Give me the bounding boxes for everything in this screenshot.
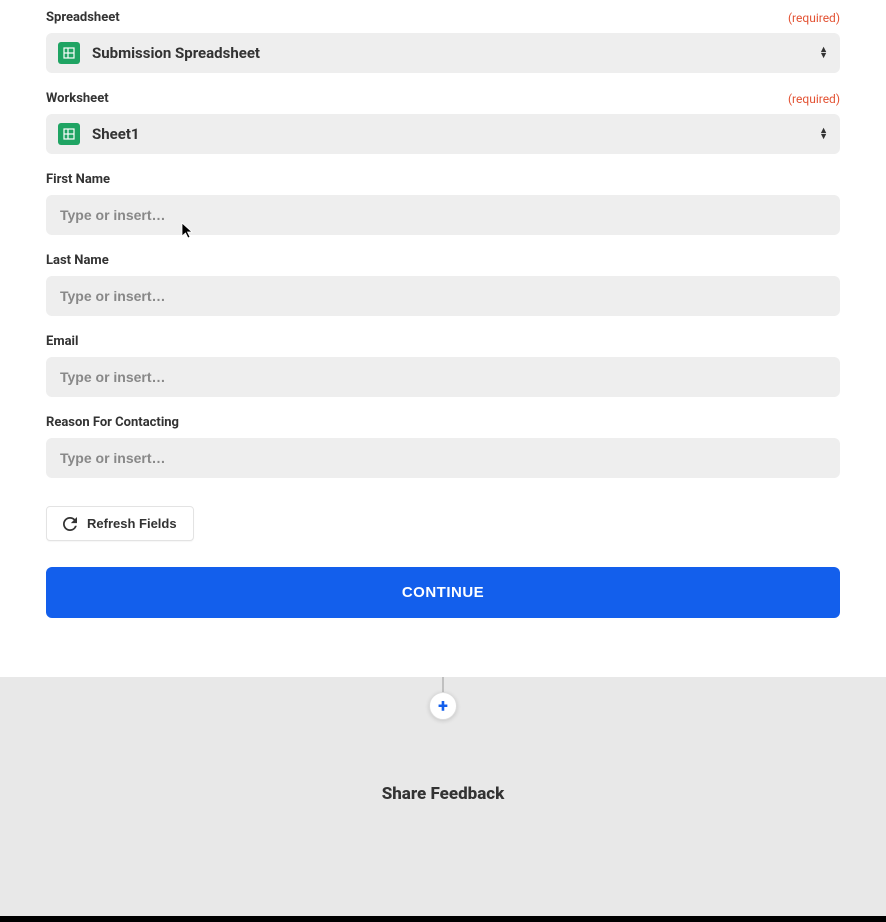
field-group-first-name: First Name — [46, 172, 840, 235]
refresh-label: Refresh Fields — [87, 516, 177, 531]
reason-input[interactable] — [46, 438, 840, 478]
required-indicator: (required) — [788, 92, 840, 106]
continue-button[interactable]: CONTINUE — [46, 567, 840, 618]
first-name-input[interactable] — [46, 195, 840, 235]
refresh-wrap: Refresh Fields — [46, 506, 840, 541]
select-arrows-icon: ▲▼ — [819, 47, 828, 59]
spreadsheet-label: Spreadsheet — [46, 10, 120, 25]
continue-label: CONTINUE — [402, 584, 484, 601]
spreadsheet-select[interactable]: Submission Spreadsheet ▲▼ — [46, 33, 840, 73]
last-name-label: Last Name — [46, 253, 109, 268]
share-feedback-text[interactable]: Share Feedback — [382, 784, 505, 804]
field-header: Spreadsheet (required) — [46, 10, 840, 25]
worksheet-value: Sheet1 — [92, 125, 819, 143]
last-name-input[interactable] — [46, 276, 840, 316]
email-input[interactable] — [46, 357, 840, 397]
field-group-last-name: Last Name — [46, 253, 840, 316]
field-header: First Name — [46, 172, 840, 187]
connector-line — [443, 677, 444, 693]
field-header: Worksheet (required) — [46, 91, 840, 106]
field-group-spreadsheet: Spreadsheet (required) Submission Spread… — [46, 10, 840, 73]
field-header: Reason For Contacting — [46, 415, 840, 430]
form-container: Spreadsheet (required) Submission Spread… — [0, 0, 886, 648]
required-indicator: (required) — [788, 11, 840, 25]
refresh-fields-button[interactable]: Refresh Fields — [46, 506, 194, 541]
reason-label: Reason For Contacting — [46, 415, 179, 430]
field-group-email: Email — [46, 334, 840, 397]
plus-icon: + — [438, 696, 448, 717]
field-header: Last Name — [46, 253, 840, 268]
first-name-label: First Name — [46, 172, 110, 187]
add-step-button[interactable]: + — [429, 692, 457, 720]
sheets-icon — [58, 123, 80, 145]
bottom-border — [0, 916, 886, 922]
canvas-area: + Share Feedback — [0, 677, 886, 916]
spreadsheet-value: Submission Spreadsheet — [92, 44, 819, 62]
refresh-icon — [63, 517, 77, 531]
field-group-reason: Reason For Contacting — [46, 415, 840, 478]
sheets-icon — [58, 42, 80, 64]
field-header: Email — [46, 334, 840, 349]
email-label: Email — [46, 334, 78, 349]
worksheet-label: Worksheet — [46, 91, 109, 106]
field-group-worksheet: Worksheet (required) Sheet1 ▲▼ — [46, 91, 840, 154]
worksheet-select[interactable]: Sheet1 ▲▼ — [46, 114, 840, 154]
select-arrows-icon: ▲▼ — [819, 128, 828, 140]
